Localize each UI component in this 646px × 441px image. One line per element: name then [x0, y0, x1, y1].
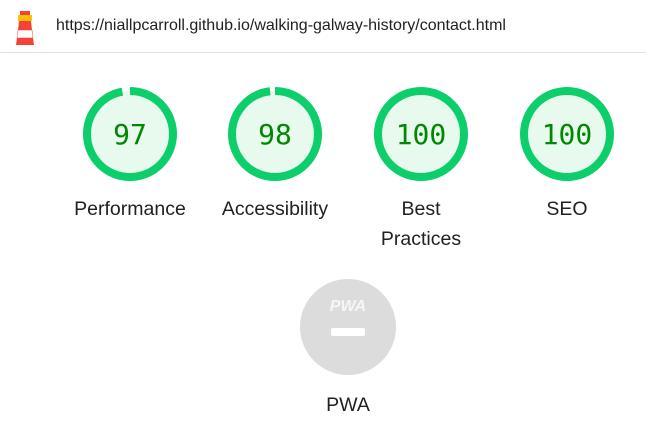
gauge-score: 97: [113, 118, 147, 151]
gauge-label-pwa: PWA: [326, 394, 370, 416]
gauge-label-best-practices: Best Practices: [380, 198, 462, 250]
gauge-seo[interactable]: 100 SEO: [492, 84, 642, 220]
report-url[interactable]: https://niallpcarroll.github.io/walking-…: [56, 17, 506, 35]
lighthouse-icon: [16, 11, 34, 45]
gauge-label-seo: SEO: [546, 198, 588, 220]
gauge-label-performance: Performance: [74, 198, 186, 220]
gauge-score: 100: [396, 118, 447, 151]
gauge-ring: 98: [228, 87, 322, 181]
report-header: https://niallpcarroll.github.io/walking-…: [0, 0, 646, 53]
gauge-pwa[interactable]: PWA PWA: [273, 277, 423, 416]
pwa-badge-icon: PWA: [300, 279, 396, 375]
gauge-score: 100: [542, 118, 593, 151]
pwa-dash: [331, 328, 365, 336]
gauge-performance[interactable]: 97 Performance: [55, 84, 205, 220]
gauge-score: 98: [258, 118, 292, 151]
pwa-badge-text: PWA: [330, 298, 366, 315]
gauge-best-practices[interactable]: 100 Best Practices: [346, 84, 496, 250]
gauge-ring: 97: [83, 87, 177, 181]
gauge-accessibility[interactable]: 98 Accessibility: [200, 84, 350, 220]
gauge-ring: 100: [374, 87, 468, 181]
gauge-label-accessibility: Accessibility: [221, 198, 329, 220]
gauge-ring: 100: [520, 87, 614, 181]
